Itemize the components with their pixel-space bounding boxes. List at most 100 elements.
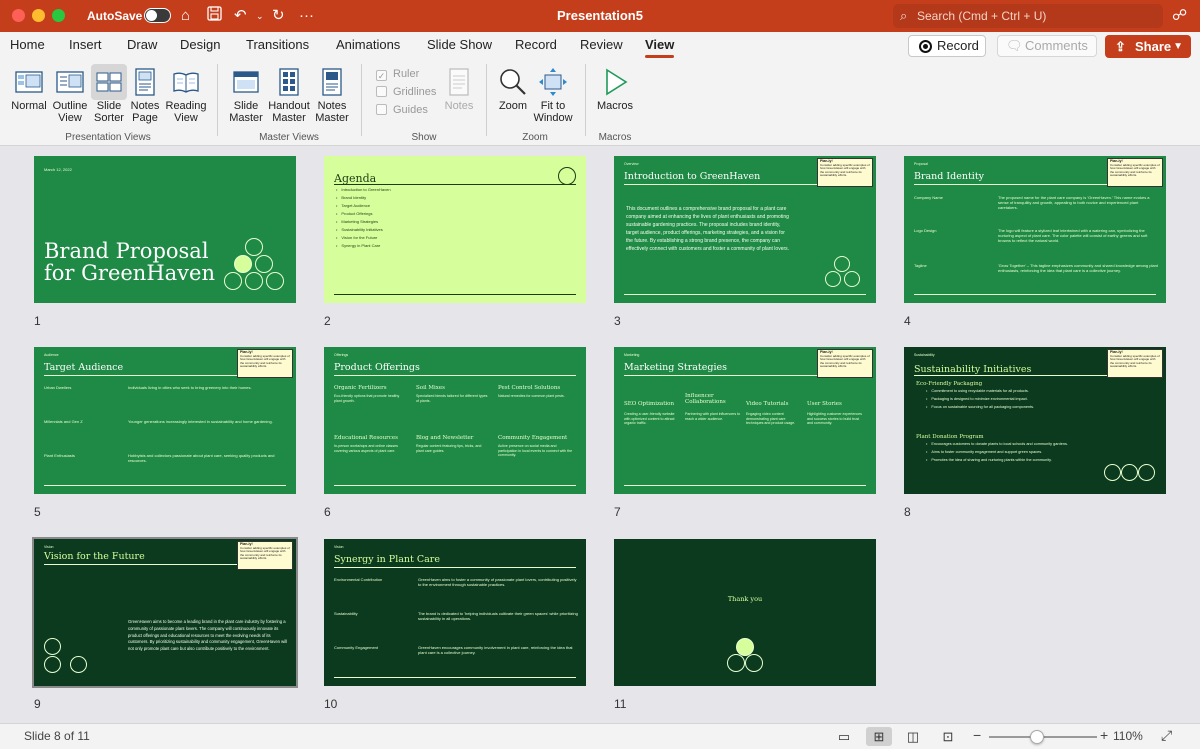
slide-thumbnail-2[interactable]: Agenda Introduction to GreenHaven Brand …: [324, 156, 586, 303]
row-text: Individuals living in cities who seek to…: [128, 385, 252, 390]
tab-draw[interactable]: Draw: [127, 37, 157, 52]
sticky-note[interactable]: Plan-ly! Consider adding specific example…: [1107, 349, 1163, 378]
slide-kicker: Vision: [44, 545, 54, 549]
notes-page-button[interactable]: Notes Page: [126, 64, 164, 124]
sticky-note[interactable]: Plan-ly! Consider adding specific example…: [237, 349, 293, 378]
slide-sorter-icon[interactable]: ⊞: [866, 727, 892, 746]
slide-title-line-1: Brand Proposal: [44, 239, 209, 263]
save-icon[interactable]: [207, 6, 222, 27]
zoom-slider-handle[interactable]: [1030, 730, 1044, 744]
decorative-circle: [245, 272, 263, 290]
slide-show-icon[interactable]: ⊡: [935, 727, 961, 746]
tab-animations[interactable]: Animations: [336, 37, 400, 52]
group-show: Show: [411, 132, 437, 143]
share-button-label: Share: [1135, 39, 1172, 54]
close-window-button[interactable]: [12, 9, 25, 22]
zoom-in-icon[interactable]: +: [1100, 727, 1108, 743]
column-heading: Educational Resources: [334, 435, 398, 441]
zoom-out-icon[interactable]: −: [973, 727, 981, 743]
slide-thumbnail-7[interactable]: Marketing Marketing Strategies Plan-ly! C…: [614, 347, 876, 494]
sticky-note[interactable]: Plan-ly! Consider adding specific example…: [817, 158, 873, 187]
normal-view-icon[interactable]: ▭: [831, 727, 857, 746]
normal-view-button[interactable]: Normal: [10, 64, 48, 112]
autosave-toggle[interactable]: [144, 8, 171, 23]
column-text: Natural remedies for common plant pests.: [498, 394, 565, 398]
comments-button[interactable]: 🗨 Comments: [997, 35, 1097, 57]
group-macros: Macros: [598, 132, 632, 143]
macros-button[interactable]: Macros: [596, 64, 634, 112]
slide-thumbnail-9[interactable]: Vision Vision for the Future Plan-ly! Con…: [32, 537, 298, 688]
tab-record[interactable]: Record: [515, 37, 557, 52]
more-options-icon[interactable]: ···: [299, 6, 314, 26]
divider-line: [334, 567, 576, 568]
slide-number: 1: [34, 314, 41, 328]
notes-toggle-button[interactable]: Notes: [440, 64, 478, 112]
group-presentation-views: Presentation Views: [65, 132, 151, 143]
slide-thumbnail-11[interactable]: Thank you: [614, 539, 876, 686]
handout-master-button[interactable]: Handout Master: [266, 64, 312, 124]
fit-to-window-label-1: Fit to: [540, 100, 566, 112]
fit-to-window-button[interactable]: Fit to Window: [532, 64, 574, 124]
tab-transitions[interactable]: Transitions: [246, 37, 309, 52]
undo-dropdown-chevron-icon[interactable]: ⌄: [256, 6, 264, 26]
record-button[interactable]: Record: [908, 35, 986, 57]
tab-view[interactable]: View: [645, 37, 675, 58]
slide-title: Brand Proposal for GreenHaven: [44, 240, 215, 284]
divider-line: [624, 485, 866, 486]
tab-slide-show[interactable]: Slide Show: [427, 37, 492, 52]
notes-master-label-2: Master: [315, 112, 349, 124]
list-item: Marketing Strategies: [336, 218, 391, 226]
column-text: In-person workshops and online classes c…: [334, 444, 398, 453]
slide-thumbnail-4[interactable]: Proposal Brand Identity Plan-ly! Consider…: [904, 156, 1166, 303]
collaborate-icon[interactable]: ☍: [1172, 6, 1187, 24]
sticky-note[interactable]: Plan-ly! Consider adding specific example…: [1107, 158, 1163, 187]
column-heading: User Stories: [807, 401, 842, 407]
tab-review[interactable]: Review: [580, 37, 623, 52]
slide-thumbnail-5[interactable]: Audience Target Audience Plan-ly! Conside…: [34, 347, 296, 494]
list-item: Commitment to using recyclable materials…: [926, 387, 1034, 395]
search-placeholder: Search (Cmd + Ctrl + U): [917, 9, 1047, 23]
column-text: Creating a user-friendly website with op…: [624, 412, 675, 426]
reading-view-icon[interactable]: ◫: [900, 727, 926, 746]
sticky-note[interactable]: Plan-ly! Consider adding specific example…: [817, 349, 873, 378]
row-label: Company Name: [914, 195, 943, 200]
sticky-note[interactable]: Plan-ly! Consider adding specific example…: [237, 541, 293, 570]
slide-thumbnail-8[interactable]: Sustainability Sustainability Initiative…: [904, 347, 1166, 494]
slide-thumbnail-1[interactable]: March 12, 2022 Brand Proposal for GreenH…: [34, 156, 296, 303]
gridlines-checkbox[interactable]: Gridlines: [376, 86, 436, 98]
share-button[interactable]: ⇪ Share ▼: [1105, 35, 1191, 58]
zoom-button[interactable]: Zoom: [494, 64, 532, 112]
slide-thumbnail-3[interactable]: Overview Introduction to GreenHaven Plan…: [614, 156, 876, 303]
tab-home[interactable]: Home: [10, 37, 45, 52]
slide-master-icon: [233, 71, 259, 93]
home-icon[interactable]: ⌂: [181, 6, 190, 26]
tab-design[interactable]: Design: [180, 37, 220, 52]
ruler-checkbox[interactable]: ✓ Ruler: [376, 68, 419, 81]
slide-master-button[interactable]: Slide Master: [226, 64, 266, 124]
row-label: Sustainability: [334, 611, 358, 616]
checkmark-icon: ✓: [376, 70, 387, 81]
column-text: Specialized blends tailored for differen…: [416, 394, 488, 403]
slide-kicker: Vision: [334, 545, 344, 549]
decorative-circle: [70, 656, 87, 673]
outline-view-button[interactable]: Outline View: [51, 64, 89, 124]
fit-slide-icon[interactable]: ⤢: [1161, 727, 1172, 744]
redo-icon[interactable]: ↻: [272, 6, 285, 26]
slide-sorter-button[interactable]: Slide Sorter: [90, 64, 128, 124]
undo-icon[interactable]: ↶: [234, 6, 247, 26]
slide-thumbnail-10[interactable]: Vision Synergy in Plant Care Environment…: [324, 539, 586, 686]
minimize-window-button[interactable]: [32, 9, 45, 22]
zoom-level[interactable]: 110%: [1113, 729, 1143, 743]
guides-checkbox[interactable]: Guides: [376, 104, 428, 116]
reading-view-button[interactable]: Reading View: [164, 64, 208, 124]
search-box[interactable]: ⌕ Search (Cmd + Ctrl + U): [893, 4, 1163, 28]
slide-thumbnail-6[interactable]: Offerings Product Offerings Organic Fert…: [324, 347, 586, 494]
slide-kicker: Proposal: [914, 162, 928, 166]
outline-view-label-2: View: [58, 112, 82, 124]
tab-insert[interactable]: Insert: [69, 37, 102, 52]
zoom-window-button[interactable]: [52, 9, 65, 22]
decorative-circle: [1121, 464, 1138, 481]
notes-master-button[interactable]: Notes Master: [312, 64, 352, 124]
column-text: Eco-friendly options that promote health…: [334, 394, 400, 403]
slide-number: 3: [614, 314, 621, 328]
